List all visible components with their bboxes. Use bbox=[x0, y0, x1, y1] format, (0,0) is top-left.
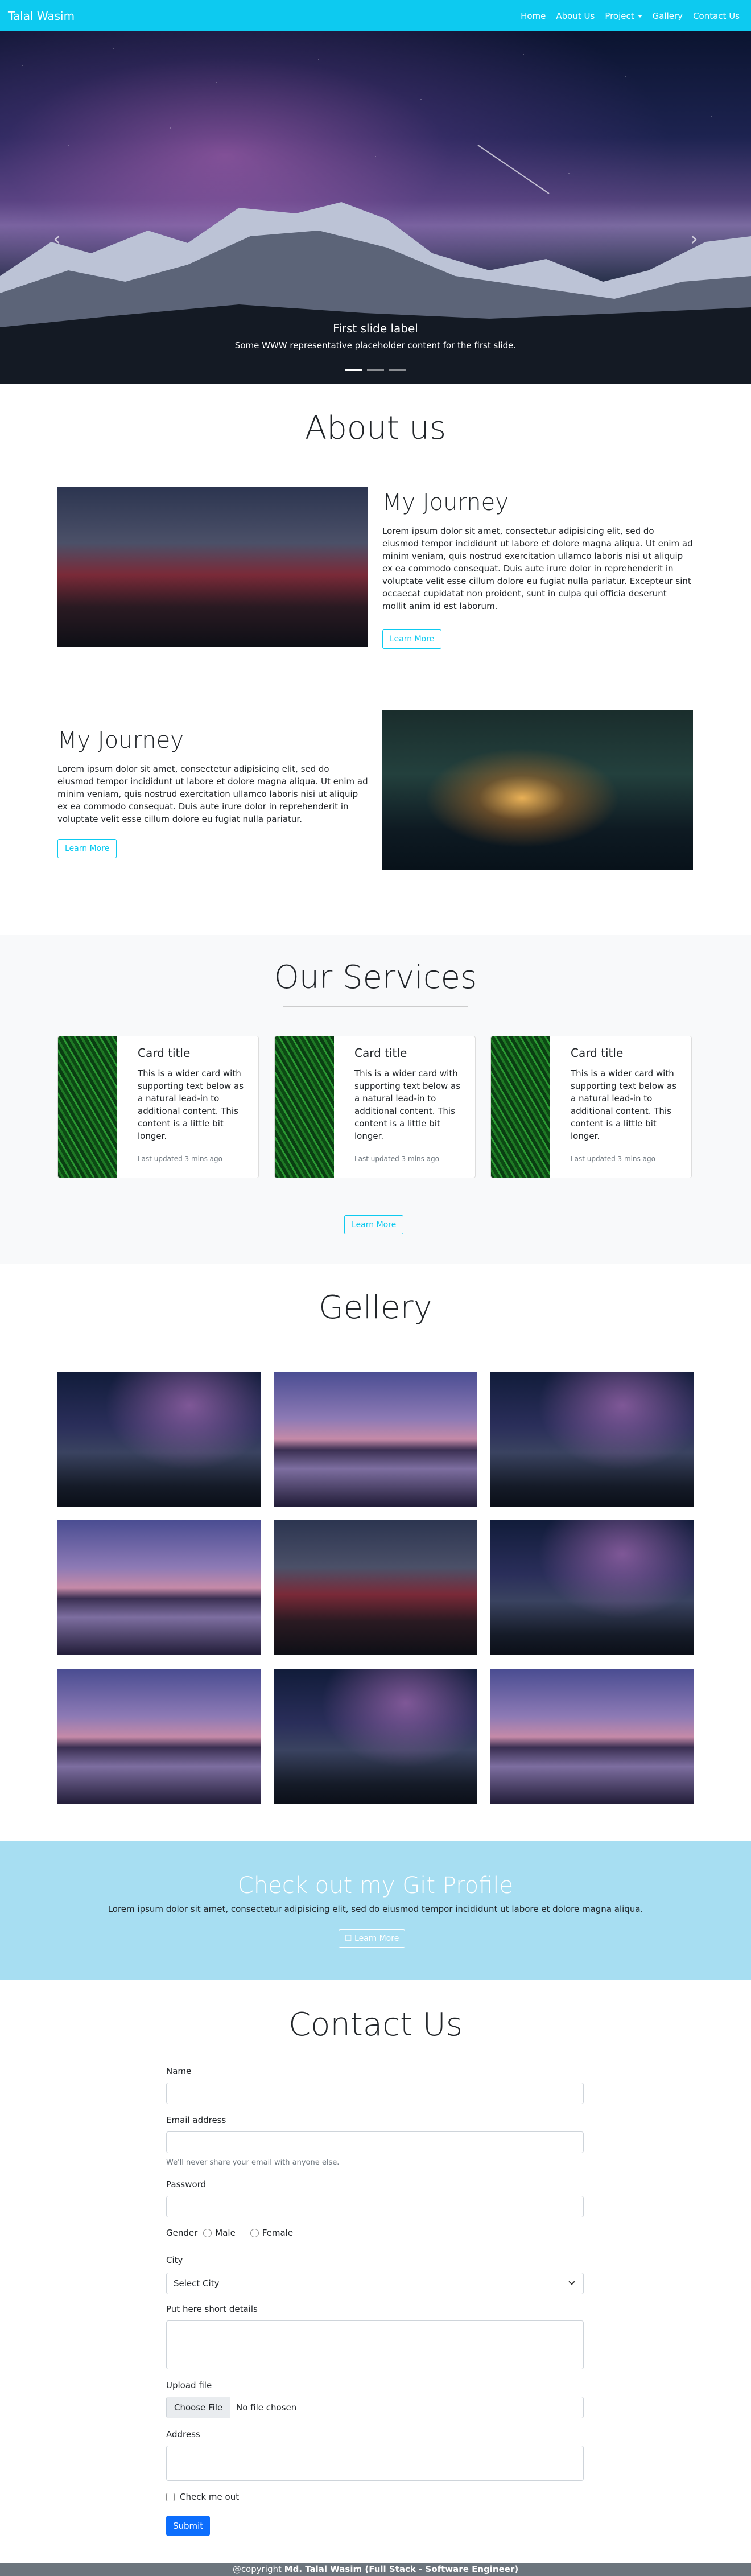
services-title: Our Services bbox=[274, 959, 477, 996]
radio-male[interactable] bbox=[203, 2229, 212, 2237]
card-text: This is a wider card with supporting tex… bbox=[354, 1068, 461, 1141]
git-button-label: Learn More bbox=[354, 1934, 399, 1943]
service-card: Card title This is a wider card with sup… bbox=[274, 1036, 476, 1178]
carousel-indicators bbox=[0, 369, 751, 371]
gallery-title: Gellery bbox=[319, 1289, 432, 1326]
name-label: Name bbox=[166, 2066, 192, 2076]
gallery-image[interactable] bbox=[490, 1669, 694, 1804]
nav-contact-us[interactable]: Contact Us bbox=[693, 11, 740, 21]
nav-gallery[interactable]: Gallery bbox=[653, 11, 683, 21]
nav-project-label: Project bbox=[605, 10, 634, 21]
about-title: About us bbox=[304, 410, 447, 447]
gallery-image[interactable] bbox=[490, 1520, 694, 1655]
nav-links: Home About Us Project Gallery Contact Us bbox=[521, 11, 740, 21]
female-label: Female bbox=[262, 2228, 294, 2238]
card-updated: Last updated 3 mins ago bbox=[138, 1155, 222, 1163]
details-label: Put here short details bbox=[166, 2304, 258, 2314]
learn-more-button[interactable]: Learn More bbox=[382, 629, 442, 649]
card-updated: Last updated 3 mins ago bbox=[354, 1155, 439, 1163]
about-text: Lorem ipsum dolor sit amet, consectetur … bbox=[382, 526, 693, 611]
footer: @copyright Md. Talal Wasim (Full Stack -… bbox=[0, 2563, 751, 2576]
footer-owner: Md. Talal Wasim (Full Stack - Software E… bbox=[284, 2564, 519, 2574]
card-image bbox=[491, 1036, 550, 1178]
name-input[interactable] bbox=[166, 2083, 584, 2104]
card-image bbox=[58, 1036, 117, 1178]
gallery-image[interactable] bbox=[57, 1520, 261, 1655]
male-label: Male bbox=[215, 2228, 236, 2238]
learn-more-button[interactable]: Learn More bbox=[57, 839, 117, 858]
navbar: Talal Wasim Home About Us Project Galler… bbox=[0, 0, 751, 31]
email-help: We'll never share your email with anyone… bbox=[166, 2158, 340, 2167]
slide-text: Some WWW representative placeholder cont… bbox=[234, 340, 517, 351]
git-text: Lorem ipsum dolor sit amet, consectetur … bbox=[108, 1904, 643, 1914]
gender-group: Gender Male Female bbox=[166, 2228, 293, 2238]
radio-female[interactable] bbox=[250, 2229, 259, 2237]
git-button-icon: ☐ bbox=[345, 1934, 355, 1943]
gallery-image[interactable] bbox=[274, 1520, 477, 1655]
gallery-image[interactable] bbox=[490, 1372, 694, 1507]
chevron-down-icon bbox=[568, 2278, 575, 2285]
about-heading: My Journey bbox=[57, 727, 184, 754]
about-text: Lorem ipsum dolor sit amet, consectetur … bbox=[57, 764, 368, 824]
city-select-value: Select City bbox=[174, 2278, 220, 2289]
about-image-mountains bbox=[57, 487, 368, 647]
brand-link[interactable]: Talal Wasim bbox=[8, 9, 75, 23]
gallery-image[interactable] bbox=[274, 1669, 477, 1804]
choose-file-button[interactable]: Choose File bbox=[167, 2397, 231, 2418]
city-label: City bbox=[166, 2255, 183, 2265]
git-title: Check out my Git Profile bbox=[237, 1873, 514, 1899]
about-image-village bbox=[382, 710, 693, 870]
card-title: Card title bbox=[138, 1046, 191, 1060]
card-image bbox=[275, 1036, 334, 1178]
card-text: This is a wider card with supporting tex… bbox=[571, 1068, 677, 1141]
slide-title: First slide label bbox=[333, 322, 418, 335]
address-label: Address bbox=[166, 2429, 200, 2439]
submit-button[interactable]: Submit bbox=[166, 2516, 211, 2536]
city-select[interactable]: Select City bbox=[166, 2273, 584, 2294]
contact-title: Contact Us bbox=[288, 2006, 463, 2043]
chevron-down-icon bbox=[637, 14, 642, 18]
email-input[interactable] bbox=[166, 2131, 584, 2153]
carousel-indicator[interactable] bbox=[367, 369, 384, 371]
card-title: Card title bbox=[354, 1046, 407, 1060]
nav-home[interactable]: Home bbox=[521, 11, 546, 21]
password-label: Password bbox=[166, 2179, 207, 2190]
gallery-image[interactable] bbox=[274, 1372, 477, 1507]
email-label: Email address bbox=[166, 2115, 226, 2125]
gallery-image[interactable] bbox=[57, 1669, 261, 1804]
footer-prefix: @copyright bbox=[232, 2564, 284, 2574]
divider bbox=[283, 1006, 468, 1007]
carousel-indicator[interactable] bbox=[345, 369, 362, 371]
carousel-next-icon[interactable]: › bbox=[677, 228, 711, 250]
card-title: Card title bbox=[571, 1046, 624, 1060]
details-textarea[interactable] bbox=[166, 2320, 584, 2369]
about-heading: My Journey bbox=[382, 489, 509, 516]
service-card: Card title This is a wider card with sup… bbox=[490, 1036, 692, 1178]
upload-label: Upload file bbox=[166, 2380, 212, 2390]
file-input[interactable]: Choose File No file chosen bbox=[166, 2397, 584, 2418]
address-textarea[interactable] bbox=[166, 2446, 584, 2481]
card-text: This is a wider card with supporting tex… bbox=[138, 1068, 244, 1141]
service-card: Card title This is a wider card with sup… bbox=[57, 1036, 259, 1178]
card-updated: Last updated 3 mins ago bbox=[571, 1155, 655, 1163]
check-me-out-label: Check me out bbox=[180, 2492, 240, 2502]
carousel-indicator[interactable] bbox=[389, 369, 406, 371]
gender-label: Gender bbox=[166, 2228, 198, 2238]
carousel-prev-icon[interactable]: ‹ bbox=[40, 228, 74, 250]
nav-project-dropdown[interactable]: Project bbox=[605, 11, 642, 21]
password-input[interactable] bbox=[166, 2196, 584, 2217]
git-learn-more-button[interactable]: ☐ Learn More bbox=[339, 1929, 406, 1948]
gallery-image[interactable] bbox=[57, 1372, 261, 1507]
file-status: No file chosen bbox=[236, 2402, 297, 2413]
services-learn-more-button[interactable]: Learn More bbox=[344, 1215, 404, 1234]
check-me-out-checkbox[interactable] bbox=[166, 2493, 175, 2501]
nav-about-us[interactable]: About Us bbox=[556, 11, 595, 21]
